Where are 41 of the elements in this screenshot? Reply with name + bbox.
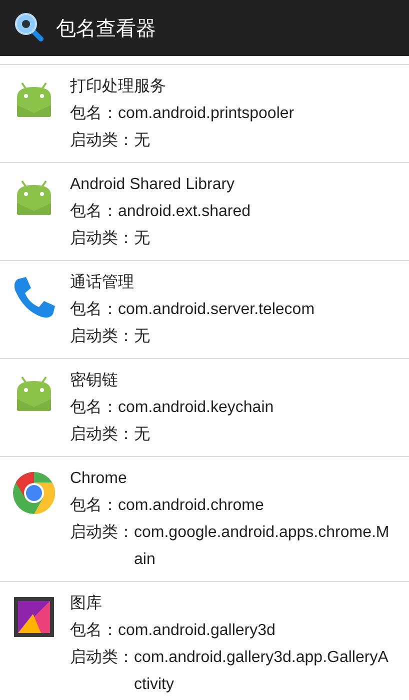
launcher-class: 无: [134, 425, 151, 445]
package-list-item[interactable]: 密钥链 包名：com.android.keychain 启动类：无: [0, 359, 409, 457]
launcher-label: 启动类：: [70, 228, 134, 249]
launcher-label: 启动类：: [70, 424, 134, 445]
launcher-class: 无: [134, 327, 151, 347]
launcher-class: 无: [134, 229, 151, 249]
chrome-icon: [12, 471, 56, 515]
package-label: 包名：: [70, 496, 118, 516]
launcher-class: com.google.android.apps.chrome.Main: [134, 523, 390, 570]
app-name: Chrome: [70, 469, 128, 489]
app-name: Android Shared Library: [70, 175, 236, 195]
launcher-class: com.android.gallery3d.app.GalleryActivity: [134, 648, 390, 695]
package-name: com.android.printspooler: [118, 104, 296, 124]
package-name: com.android.gallery3d: [118, 621, 276, 641]
launcher-label: 启动类：: [70, 326, 134, 347]
package-label: 包名：: [70, 621, 118, 641]
app-name: 通话管理: [70, 272, 135, 293]
launcher-label: 启动类：: [70, 648, 134, 668]
package-list-item[interactable]: 通话管理 包名：com.android.server.telecom 启动类：无: [0, 261, 409, 359]
package-name: com.android.server.telecom: [118, 300, 316, 320]
app-name: 密钥链: [70, 370, 119, 391]
package-name: com.android.chrome: [118, 496, 265, 516]
app-title: 包名查看器: [56, 16, 156, 42]
package-name: com.android.keychain: [118, 398, 275, 418]
app-name: 图库: [70, 594, 103, 614]
package-list-item[interactable]: 打印处理服务 包名：com.android.printspooler 启动类：无: [0, 65, 409, 163]
package-label: 包名：: [70, 398, 118, 418]
package-list-item[interactable]: 图库 包名：com.android.gallery3d 启动类：com.android.gallery3d.app.GalleryActivity: [0, 582, 409, 700]
phone-icon: [12, 275, 56, 319]
package-label: 包名：: [70, 104, 118, 124]
search-icon: [14, 12, 44, 44]
package-label: 包名：: [70, 202, 118, 222]
launcher-label: 启动类：: [70, 130, 134, 151]
package-label: 包名：: [70, 300, 118, 320]
launcher-label: 启动类：: [70, 522, 134, 543]
launcher-class: 无: [134, 131, 151, 151]
gallery-icon: [13, 596, 55, 638]
package-list-item[interactable]: Android Shared Library 包名：android.ext.shared 启动类：无: [0, 163, 409, 261]
app-name: 打印处理服务: [70, 76, 167, 97]
package-list-item[interactable]: Chrome 包名：com.android.chrome 启动类：com.google.android.apps.chrome.Main: [0, 457, 409, 582]
package-name: android.ext.shared: [118, 202, 252, 222]
